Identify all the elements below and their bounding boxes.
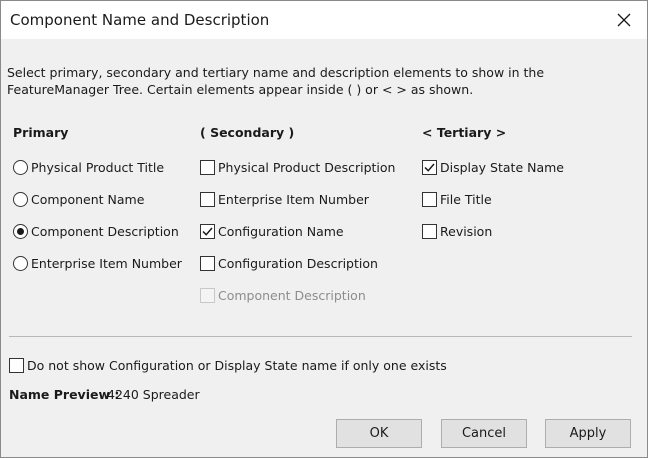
radio-button[interactable]	[13, 191, 28, 207]
dialog-title: Component Name and Description	[10, 11, 270, 29]
tertiary-option-display-state-name[interactable]: Display State Name	[422, 158, 564, 176]
close-button[interactable]	[601, 1, 647, 39]
option-label: Component Name	[31, 191, 145, 207]
ok-button[interactable]: OK	[336, 419, 422, 448]
checkbox[interactable]	[200, 255, 215, 271]
option-label: Configuration Description	[218, 255, 378, 271]
instructions-text: Select primary, secondary and tertiary n…	[7, 65, 545, 97]
name-preview-value: 4240 Spreader	[107, 387, 200, 402]
separator	[9, 336, 632, 337]
hide-single-option[interactable]: Do not show Configuration or Display Sta…	[9, 356, 447, 374]
primary-heading: Primary	[13, 125, 69, 140]
radio-button[interactable]	[13, 159, 28, 175]
checkmark-icon	[202, 227, 213, 236]
option-label: Component Description	[218, 287, 366, 303]
radio-button[interactable]	[13, 255, 28, 271]
secondary-option-configuration-description[interactable]: Configuration Description	[200, 254, 378, 272]
tertiary-option-revision[interactable]: Revision	[422, 222, 492, 240]
checkmark-icon	[424, 163, 435, 172]
option-label: Revision	[440, 223, 493, 239]
primary-option-component-name[interactable]: Component Name	[13, 190, 144, 208]
option-label: Enterprise Item Number	[218, 191, 369, 207]
apply-button[interactable]: Apply	[545, 419, 631, 448]
option-label: Enterprise Item Number	[31, 255, 182, 271]
option-label: Physical Product Description	[218, 159, 396, 175]
secondary-option-physical-product-description[interactable]: Physical Product Description	[200, 158, 395, 176]
option-label: Component Description	[31, 223, 179, 239]
name-preview-label: Name Preview :	[9, 387, 120, 402]
option-label: Configuration Name	[218, 223, 344, 239]
secondary-option-configuration-name[interactable]: Configuration Name	[200, 222, 344, 240]
radio-button-selected[interactable]	[13, 223, 28, 239]
checkbox[interactable]	[9, 357, 24, 373]
option-label: File Title	[440, 191, 492, 207]
primary-option-physical-product-title[interactable]: Physical Product Title	[13, 158, 164, 176]
secondary-option-component-description-disabled: Component Description	[200, 286, 366, 304]
option-label: Display State Name	[440, 159, 564, 175]
cancel-button[interactable]: Cancel	[441, 419, 527, 448]
close-icon	[617, 13, 631, 27]
checkbox-checked[interactable]	[200, 223, 215, 239]
option-label: Physical Product Title	[31, 159, 165, 175]
checkbox[interactable]	[200, 159, 215, 175]
secondary-heading: ( Secondary )	[200, 125, 295, 140]
checkbox[interactable]	[200, 191, 215, 207]
tertiary-heading: < Tertiary >	[422, 125, 507, 140]
secondary-option-enterprise-item-number[interactable]: Enterprise Item Number	[200, 190, 369, 208]
checkbox[interactable]	[422, 223, 437, 239]
checkbox-checked[interactable]	[422, 159, 437, 175]
checkbox-disabled	[200, 287, 215, 303]
component-name-dialog: Component Name and Description Select pr…	[0, 0, 648, 458]
tertiary-option-file-title[interactable]: File Title	[422, 190, 492, 208]
primary-option-component-description[interactable]: Component Description	[13, 222, 179, 240]
checkbox[interactable]	[422, 191, 437, 207]
title-bar: Component Name and Description	[1, 1, 647, 39]
primary-option-enterprise-item-number[interactable]: Enterprise Item Number	[13, 254, 182, 272]
option-label: Do not show Configuration or Display Sta…	[27, 357, 447, 373]
